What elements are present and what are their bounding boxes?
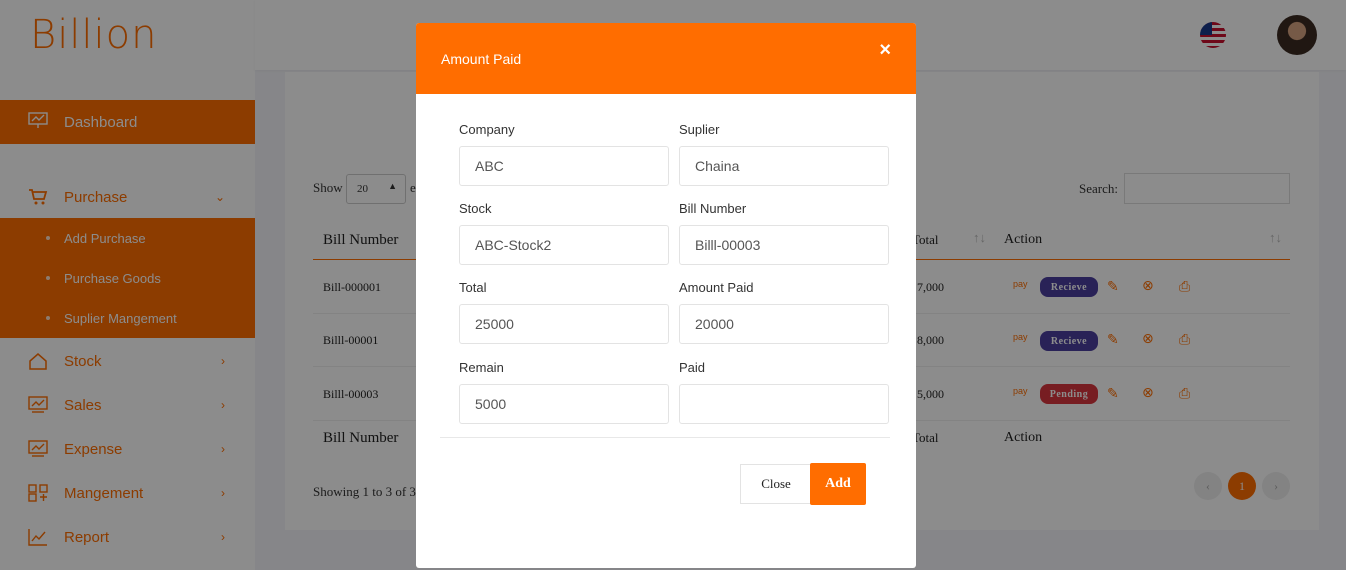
close-icon[interactable]: × [879, 39, 891, 62]
close-button[interactable]: Close [740, 464, 812, 504]
add-button[interactable]: Add [810, 463, 866, 505]
amount-paid-field[interactable]: 20000 [679, 304, 889, 344]
total-label: Total [459, 280, 487, 295]
company-label: Company [459, 122, 515, 137]
remain-label: Remain [459, 360, 504, 375]
amount-paid-label: Amount Paid [679, 280, 754, 295]
amount-paid-modal: Amount Paid × Company ABC Suplier Chaina… [416, 23, 916, 568]
bill-number-field[interactable]: Billl-00003 [679, 225, 889, 265]
suplier-label: Suplier [679, 122, 720, 137]
modal-divider [440, 437, 890, 438]
bill-number-label: Bill Number [679, 201, 747, 216]
remain-field[interactable]: 5000 [459, 384, 669, 424]
paid-field[interactable] [679, 384, 889, 424]
stock-label: Stock [459, 201, 492, 216]
suplier-field[interactable]: Chaina [679, 146, 889, 186]
modal-title: Amount Paid [441, 50, 522, 67]
stock-field[interactable]: ABC-Stock2 [459, 225, 669, 265]
total-field[interactable]: 25000 [459, 304, 669, 344]
modal-header: Amount Paid × [416, 23, 916, 94]
company-field[interactable]: ABC [459, 146, 669, 186]
paid-label: Paid [679, 360, 706, 375]
